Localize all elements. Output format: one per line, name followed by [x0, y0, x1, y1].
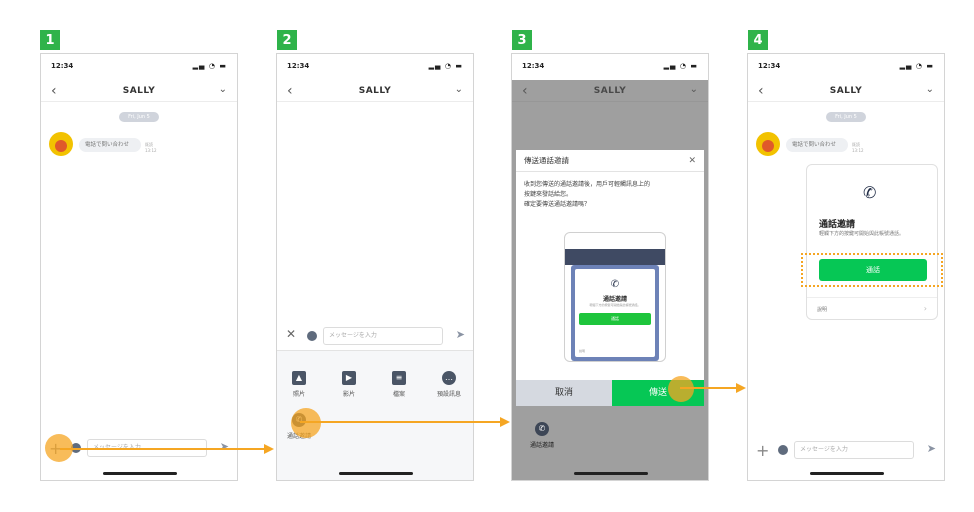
status-bar: 12:34 ▂▄ ◔ ▬ — [758, 62, 934, 72]
status-bar: 12:34 ▂▄ ◔ ▬ — [522, 62, 698, 72]
phone-screen-4: 12:34 ▂▄ ◔ ▬ ‹ SALLY ⌄ Fri, Jun 5 電話で問い合… — [747, 53, 945, 481]
chevron-right-icon: › — [923, 304, 927, 313]
menu-item-video[interactable]: ▶ 影片 — [329, 371, 369, 398]
plus-icon[interactable]: + — [756, 441, 769, 460]
video-icon: ▶ — [342, 371, 356, 385]
phone-screen-2: 12:34 ▂▄ ◔ ▬ ‹ SALLY ⌄ ✕ メッセージを入力 ➤ ▲ 照片… — [276, 53, 474, 481]
menu-item-call-invite[interactable]: ✆ 通話邀請 — [522, 422, 562, 449]
card-subtitle: 輕觸下方的按鍵可開始與此帳號通話。 — [819, 231, 905, 237]
home-indicator — [339, 472, 413, 475]
status-time: 12:34 — [522, 62, 545, 70]
dropdown-chevron-icon[interactable]: ⌄ — [455, 84, 463, 95]
step-badge-2: 2 — [277, 30, 297, 50]
arrow-right-icon — [736, 383, 746, 393]
chat-header: ‹ SALLY ⌄ — [748, 80, 944, 102]
emoji-icon[interactable] — [778, 445, 788, 455]
status-bar: 12:34 ▂▄ ◔ ▬ — [51, 62, 227, 72]
menu-item-label: 影片 — [342, 391, 355, 398]
photo-icon: ▲ — [292, 371, 306, 385]
send-icon[interactable]: ➤ — [220, 440, 229, 453]
menu-item-label: 檔案 — [392, 391, 405, 398]
chat-bubble-icon: … — [442, 371, 456, 385]
menu-item-photo[interactable]: ▲ 照片 — [279, 371, 319, 398]
step-badge-1: 1 — [40, 30, 60, 50]
send-call-invite-dialog: 傳送通話邀請 ✕ 收到您傳送的通話邀請後，用戶可輕觸訊息上的 按鍵來發話給您。 … — [516, 150, 704, 406]
preview-card: ✆ 通話邀請 輕觸下方的按鍵可開始與此帳號通話。 通話 說明 — [571, 265, 659, 361]
home-indicator — [810, 472, 884, 475]
preview-phone: ✆ 通話邀請 輕觸下方的按鍵可開始與此帳號通話。 通話 說明 — [564, 232, 666, 362]
phone-screen-1: 12:34 ▂▄ ◔ ▬ ‹ SALLY ⌄ Fri, Jun 5 電話で問い合… — [40, 53, 238, 481]
menu-item-label: 照片 — [292, 391, 305, 398]
message-input[interactable]: メッセージを入力 — [323, 327, 443, 345]
tap-indicator — [668, 376, 694, 402]
dialog-text: 按鍵來發話給您。 — [524, 191, 573, 198]
chat-title: SALLY — [122, 86, 156, 96]
close-icon[interactable]: ✕ — [286, 327, 296, 341]
input-bar: ✕ メッセージを入力 ➤ — [277, 324, 473, 348]
cancel-button[interactable]: 取消 — [516, 380, 612, 406]
dialog-text: 收到您傳送的通話邀請後，用戶可輕觸訊息上的 — [524, 181, 651, 188]
chat-title: SALLY — [829, 86, 863, 96]
status-bar: 12:34 ▂▄ ◔ ▬ — [287, 62, 463, 72]
message-input[interactable]: メッセージを入力 — [794, 441, 914, 459]
phone-icon: ✆ — [610, 279, 620, 290]
menu-item-file[interactable]: ≡ 檔案 — [379, 371, 419, 398]
preview-subtitle: 輕觸下方的按鍵可開始與此帳號通話。 — [589, 303, 641, 307]
status-time: 12:34 — [287, 62, 310, 70]
phone-icon: ✆ — [863, 183, 877, 202]
preview-call-button: 通話 — [579, 313, 651, 325]
close-icon[interactable]: ✕ — [688, 150, 696, 172]
preview-header — [565, 249, 665, 265]
menu-item-canned[interactable]: … 預設訊息 — [429, 371, 469, 398]
chat-header: ‹ SALLY ⌄ — [277, 80, 473, 102]
step-badge-3: 3 — [512, 30, 532, 50]
message-timestamp: 既読 13:12 — [852, 142, 864, 153]
card-footer-link[interactable]: 說明 › — [807, 297, 937, 321]
preview-footer: 說明 — [579, 349, 586, 353]
home-indicator — [574, 472, 648, 475]
menu-item-label: 通話邀請 — [529, 442, 554, 449]
home-indicator — [103, 472, 177, 475]
send-icon[interactable]: ➤ — [456, 328, 465, 341]
send-icon[interactable]: ➤ — [927, 442, 936, 455]
dropdown-chevron-icon[interactable]: ⌄ — [926, 84, 934, 95]
date-pill: Fri, Jun 5 — [119, 112, 159, 122]
tap-indicator — [45, 434, 73, 462]
status-time: 12:34 — [51, 62, 74, 70]
signal-icons: ▂▄ ◔ ▬ — [192, 62, 227, 70]
input-bar: + メッセージを入力 ➤ — [748, 438, 944, 462]
emoji-icon[interactable] — [307, 331, 317, 341]
dropdown-chevron-icon[interactable]: ⌄ — [219, 84, 227, 95]
chat-title: SALLY — [358, 86, 392, 96]
call-invite-card: ✆ 通話邀請 輕觸下方的按鍵可開始與此帳號通話。 通話 說明 › — [801, 164, 943, 321]
dialog-title: 傳送通話邀請 — [524, 156, 569, 165]
signal-icons: ▂▄ ◔ ▬ — [899, 62, 934, 70]
card-footer-label: 說明 — [817, 307, 828, 313]
date-pill: Fri, Jun 5 — [826, 112, 866, 122]
dialog-text: 確定要傳送通話邀請嗎？ — [524, 201, 591, 208]
menu-item-label: 預設訊息 — [436, 391, 461, 398]
status-time: 12:34 — [758, 62, 781, 70]
message-bubble: 電話で問い合わせ — [79, 138, 141, 152]
avatar[interactable] — [756, 132, 780, 156]
chat-header: ‹ SALLY ⌄ — [41, 80, 237, 102]
message-bubble: 電話で問い合わせ — [786, 138, 848, 152]
step-badge-4: 4 — [748, 30, 768, 50]
message-timestamp: 既読 13:12 — [145, 142, 157, 153]
arrow-right-icon — [500, 417, 510, 427]
call-button[interactable]: 通話 — [819, 259, 927, 281]
phone-icon: ✆ — [535, 422, 549, 436]
card-title: 通話邀請 — [819, 220, 856, 230]
dialog-body: 收到您傳送的通話邀請後，用戶可輕觸訊息上的 按鍵來發話給您。 確定要傳送通話邀請… — [516, 172, 704, 218]
preview-title: 通話邀請 — [602, 296, 627, 303]
dialog-header: 傳送通話邀請 ✕ — [516, 150, 704, 172]
phone-screen-3: 12:34 ▂▄ ◔ ▬ ‹ SALLY ⌄ 傳送通話邀請 ✕ 收到您傳送的通話… — [511, 53, 709, 481]
signal-icons: ▂▄ ◔ ▬ — [663, 62, 698, 70]
signal-icons: ▂▄ ◔ ▬ — [428, 62, 463, 70]
file-icon: ≡ — [392, 371, 406, 385]
arrow-right-icon — [264, 444, 274, 454]
tap-indicator — [291, 408, 321, 438]
message-input[interactable]: メッセージを入力 — [87, 439, 207, 457]
avatar[interactable] — [49, 132, 73, 156]
